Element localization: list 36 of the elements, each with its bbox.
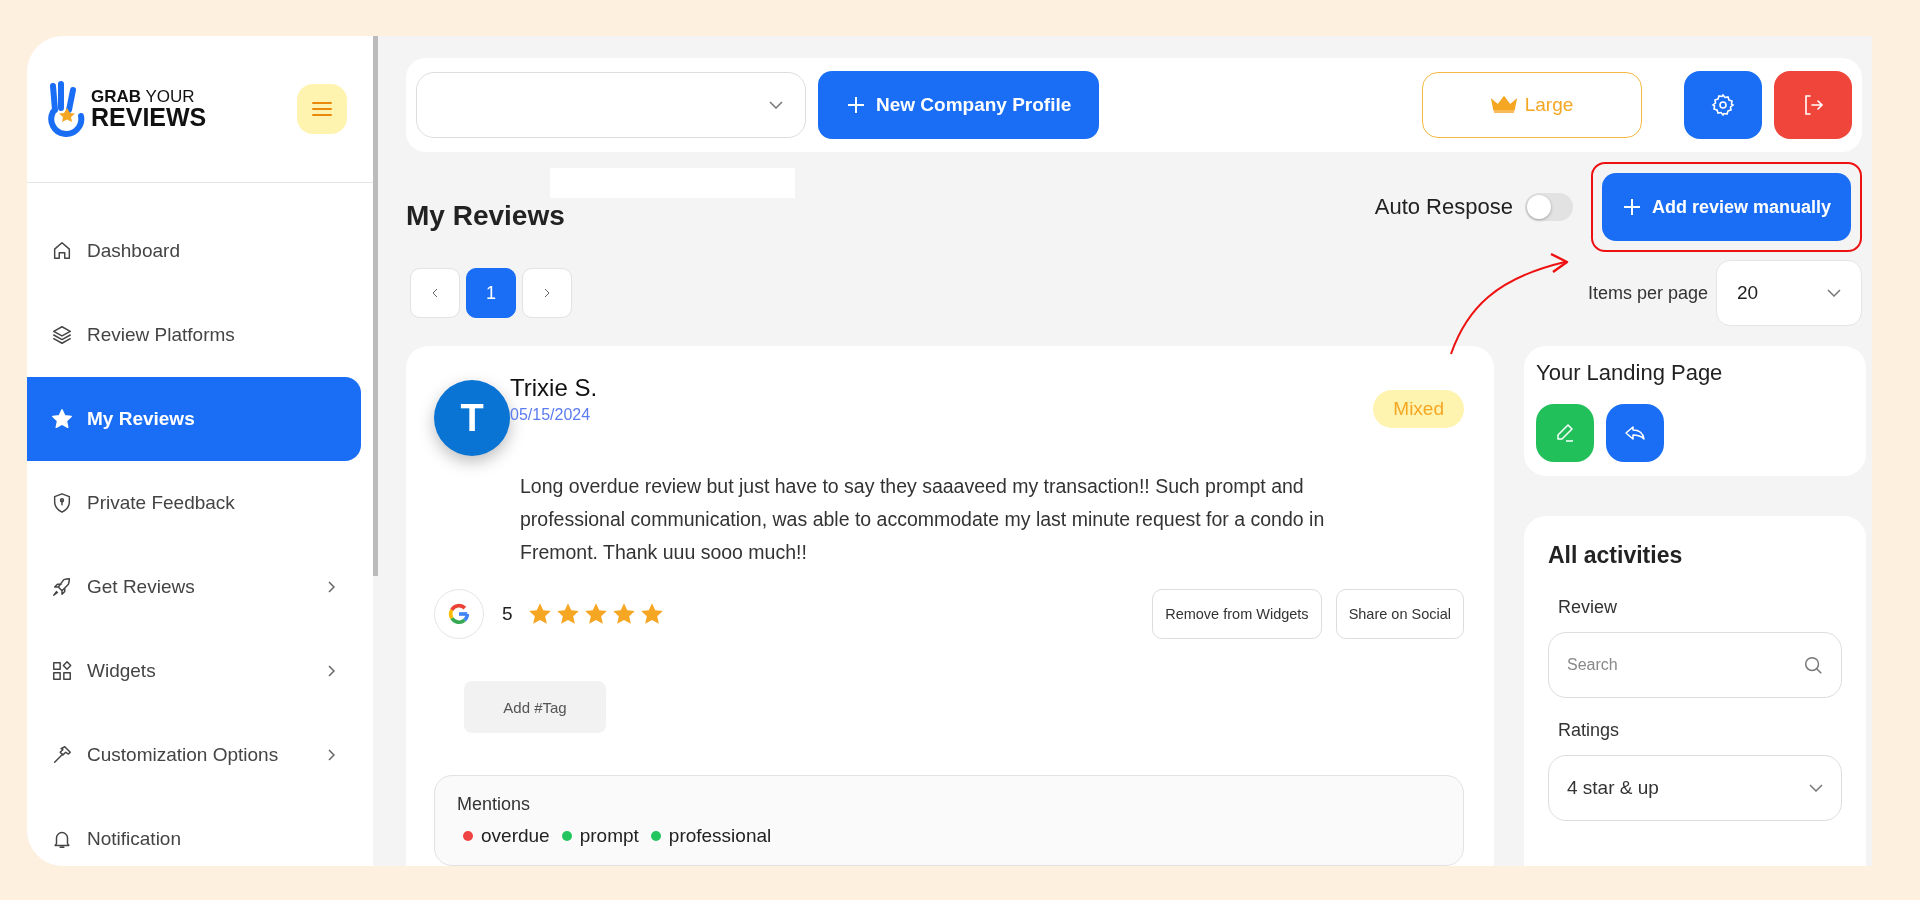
add-tag-button[interactable]: Add #Tag [464, 681, 606, 733]
sidebar-item[interactable]: Widgets [27, 629, 361, 713]
card-title: All activities [1548, 542, 1684, 569]
page-button[interactable]: 1 [466, 268, 516, 318]
action-button[interactable]: Remove from Widgets [1152, 589, 1322, 639]
sidebar-item[interactable]: My Reviews [27, 377, 361, 461]
sidebar-item[interactable]: Customization Options [27, 713, 361, 797]
mention-keyword: professional [668, 825, 772, 847]
items-per-page-select[interactable]: 20 [1716, 260, 1862, 326]
sidebar-item[interactable]: Private Feedback [27, 461, 361, 545]
mention-keyword: overdue [481, 825, 550, 847]
action-button[interactable]: Share on Social [1335, 589, 1464, 639]
sidebar-item[interactable]: Dashboard [27, 209, 361, 293]
card-title: Your Landing Page [1536, 360, 1724, 386]
search-field[interactable]: Search [1548, 632, 1842, 698]
sentiment-badge: Mixed [1373, 390, 1464, 428]
logo-text: REVIEWS [91, 105, 207, 130]
sidebar-item[interactable]: Review Platforms [27, 293, 361, 377]
new-company-profile-button[interactable]: New Company Profile [818, 71, 1100, 139]
add-review-button[interactable]: Add review manually [1601, 173, 1851, 241]
field-label: Review [1558, 597, 1619, 618]
mentions-title: Mentions [457, 794, 532, 815]
review-date: 05/15/2024 [510, 406, 592, 424]
sidebar-item[interactable]: Notification [27, 797, 361, 866]
avatar: T [434, 380, 510, 456]
sidebar-item[interactable]: Get Reviews [27, 545, 361, 629]
items-per-page-label: Items per page [1587, 282, 1708, 304]
review-text: Long overdue review but just have to say they saaaveed my transaction!! Such prompt and professional communication, was able to accommodate my last minute request for a condo in Fremont. Thank uuu sooo much!! [520, 474, 1326, 565]
page-title: My Reviews [406, 200, 565, 232]
field-label: Ratings [1558, 720, 1621, 741]
auto-response-label: Auto Respose [1374, 194, 1513, 220]
mention-keyword: prompt [579, 825, 639, 847]
logo-text: GRAB YOUR [91, 88, 196, 105]
rating-value: 5 [502, 603, 513, 625]
reviewer-name: Trixie S. [510, 374, 599, 402]
ratings-select[interactable]: 4 star & up [1548, 755, 1842, 821]
